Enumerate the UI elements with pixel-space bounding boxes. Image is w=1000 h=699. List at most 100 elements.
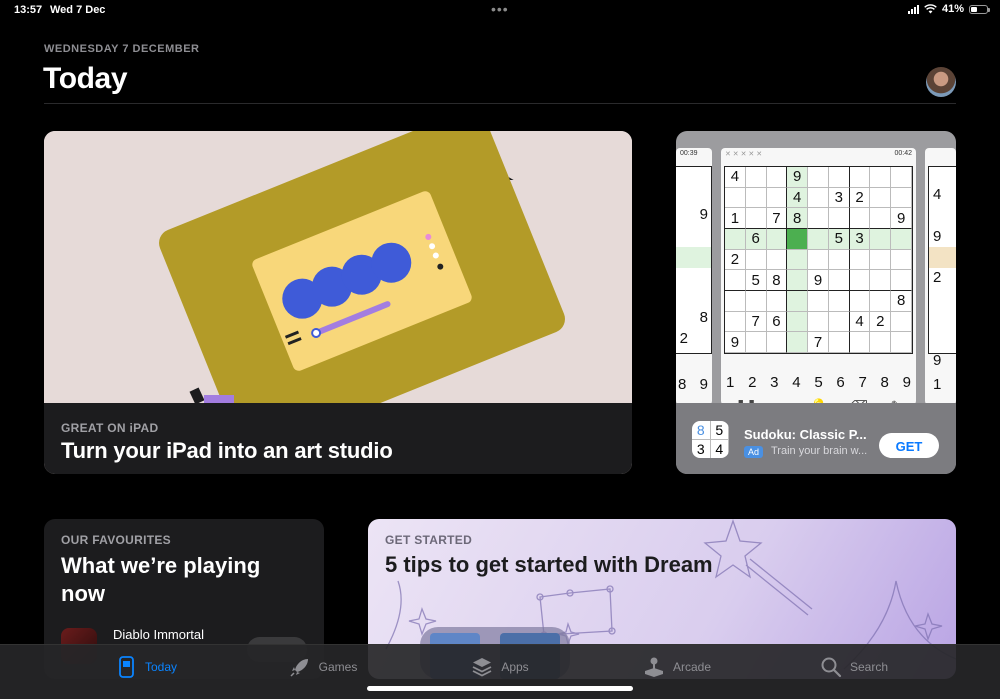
sudoku-cell[interactable]: 9 <box>891 208 912 229</box>
sudoku-cell[interactable] <box>891 187 912 209</box>
numpad-key[interactable]: 1 <box>726 374 734 391</box>
sudoku-cell[interactable]: 9 <box>725 332 746 353</box>
sudoku-cell[interactable] <box>808 249 829 271</box>
sudoku-cell[interactable] <box>745 332 767 353</box>
sudoku-cell[interactable]: 6 <box>766 311 788 333</box>
sudoku-cell[interactable] <box>787 311 809 333</box>
sudoku-cell[interactable] <box>725 187 746 209</box>
sudoku-cell[interactable] <box>849 167 871 188</box>
sudoku-cell[interactable] <box>725 311 746 333</box>
sudoku-cell[interactable]: 4 <box>787 187 809 209</box>
sudoku-cell[interactable] <box>745 167 767 188</box>
sudoku-cell[interactable] <box>849 249 871 271</box>
sudoku-cell[interactable] <box>870 208 892 229</box>
tab-games[interactable]: Games <box>235 645 412 689</box>
sudoku-cell[interactable] <box>808 290 829 312</box>
sudoku-cell[interactable] <box>828 167 850 188</box>
sudoku-cell[interactable]: 9 <box>787 167 809 188</box>
multitasking-dots-icon[interactable]: ••• <box>491 1 509 17</box>
sudoku-cell[interactable] <box>828 249 850 271</box>
sudoku-cell[interactable]: 7 <box>766 208 788 229</box>
sudoku-cell[interactable]: 2 <box>849 187 871 209</box>
sudoku-cell[interactable] <box>766 249 788 271</box>
sudoku-cell[interactable] <box>766 290 788 312</box>
sudoku-cell[interactable]: 4 <box>725 167 746 188</box>
sudoku-cell[interactable] <box>891 311 912 333</box>
numpad-key[interactable]: 8 <box>881 374 889 391</box>
sudoku-cell[interactable] <box>891 249 912 271</box>
sudoku-cell[interactable]: 3 <box>828 187 850 209</box>
sudoku-cell[interactable] <box>745 290 767 312</box>
art-studio-story-card[interactable]: GREAT ON iPAD Turn your iPad into an art… <box>44 131 632 474</box>
sudoku-cell[interactable]: 5 <box>828 228 850 250</box>
sudoku-cell[interactable] <box>725 290 746 312</box>
sudoku-cell[interactable] <box>787 249 809 271</box>
numpad-key[interactable]: 9 <box>903 374 911 391</box>
sudoku-cell[interactable] <box>849 270 871 291</box>
sudoku-cell[interactable] <box>891 228 912 250</box>
sudoku-cell[interactable]: 8 <box>787 208 809 229</box>
sudoku-cell[interactable] <box>828 311 850 333</box>
numpad-key[interactable]: 4 <box>792 374 800 391</box>
sudoku-cell[interactable] <box>745 208 767 229</box>
sudoku-cell[interactable]: 7 <box>808 332 829 353</box>
sudoku-cell[interactable] <box>766 167 788 188</box>
sudoku-cell[interactable]: 2 <box>870 311 892 333</box>
sudoku-cell[interactable] <box>828 332 850 353</box>
sudoku-cell[interactable] <box>808 187 829 209</box>
sudoku-cell[interactable] <box>766 228 788 250</box>
sudoku-cell[interactable]: 7 <box>745 311 767 333</box>
numpad-key[interactable]: 7 <box>858 374 866 391</box>
sudoku-cell[interactable] <box>828 270 850 291</box>
numpad-key[interactable]: 6 <box>836 374 844 391</box>
sudoku-cell[interactable]: 4 <box>849 311 871 333</box>
sudoku-cell[interactable] <box>870 228 892 250</box>
sudoku-cell[interactable] <box>787 332 809 353</box>
tab-search[interactable]: Search <box>766 645 943 689</box>
sudoku-cell[interactable]: 8 <box>891 290 912 312</box>
sudoku-cell[interactable] <box>849 290 871 312</box>
tab-arcade[interactable]: Arcade <box>589 645 766 689</box>
sudoku-cell[interactable] <box>725 270 746 291</box>
sudoku-cell[interactable] <box>787 290 809 312</box>
sudoku-cell[interactable] <box>828 290 850 312</box>
sudoku-cell[interactable] <box>787 270 809 291</box>
numpad-key[interactable]: 5 <box>814 374 822 391</box>
home-indicator[interactable] <box>367 686 633 691</box>
sudoku-cell[interactable]: 8 <box>766 270 788 291</box>
sudoku-cell[interactable] <box>870 332 892 353</box>
sudoku-cell[interactable] <box>787 228 809 250</box>
sudoku-cell[interactable] <box>808 208 829 229</box>
sudoku-cell[interactable] <box>891 270 912 291</box>
sudoku-cell[interactable] <box>766 332 788 353</box>
sudoku-cell[interactable]: 3 <box>849 228 871 250</box>
numpad-key[interactable]: 2 <box>748 374 756 391</box>
sudoku-cell[interactable]: 6 <box>745 228 767 250</box>
sudoku-cell[interactable] <box>745 249 767 271</box>
sudoku-cell[interactable] <box>870 249 892 271</box>
sudoku-cell[interactable] <box>808 311 829 333</box>
tab-today[interactable]: Today <box>58 645 235 689</box>
sudoku-cell[interactable] <box>891 332 912 353</box>
sudoku-cell[interactable] <box>891 167 912 188</box>
sudoku-cell[interactable] <box>766 187 788 209</box>
sudoku-cell[interactable] <box>849 208 871 229</box>
tab-apps[interactable]: Apps <box>412 645 589 689</box>
sudoku-cell[interactable]: 9 <box>808 270 829 291</box>
sudoku-cell[interactable]: 5 <box>745 270 767 291</box>
sudoku-cell[interactable]: 2 <box>725 249 746 271</box>
sudoku-cell[interactable] <box>870 270 892 291</box>
get-button[interactable]: GET <box>879 433 939 458</box>
sudoku-cell[interactable] <box>745 187 767 209</box>
sudoku-cell[interactable] <box>808 167 829 188</box>
sudoku-cell[interactable]: 1 <box>725 208 746 229</box>
sudoku-cell[interactable] <box>870 187 892 209</box>
sudoku-cell[interactable] <box>849 332 871 353</box>
numpad-key[interactable]: 3 <box>770 374 778 391</box>
sudoku-ad-card[interactable]: 00:39 9 8 2 8 9 ✕ ✕ ✕ ✕ ✕ 00:42 494321789… <box>676 131 956 474</box>
sudoku-cell[interactable] <box>725 228 746 250</box>
sudoku-cell[interactable] <box>870 167 892 188</box>
sudoku-cell[interactable] <box>870 290 892 312</box>
sudoku-cell[interactable] <box>828 208 850 229</box>
sudoku-cell[interactable] <box>808 228 829 250</box>
